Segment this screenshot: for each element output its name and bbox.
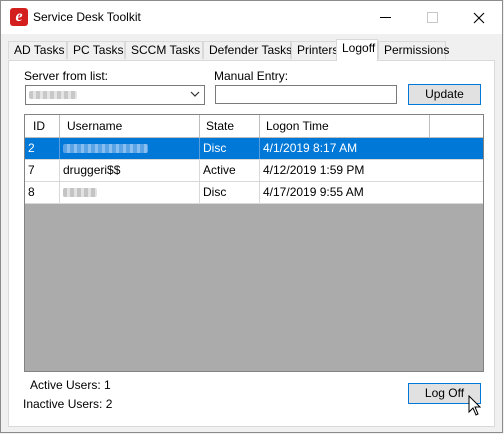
cell-username [60,138,200,159]
app-window: e Service Desk Toolkit AD Tasks PC Tasks… [0,0,503,433]
title-bar: e Service Desk Toolkit [1,1,502,34]
manual-entry-input[interactable] [215,85,397,104]
maximize-icon [427,12,438,23]
update-button[interactable]: Update [408,84,481,105]
cell-id: 8 [25,182,60,203]
cell-logon-time: 4/17/2019 9:55 AM [263,185,364,199]
column-header-state[interactable]: State [200,115,260,137]
tab-defender-tasks[interactable]: Defender Tasks [203,41,292,59]
column-header-username[interactable]: Username [60,115,200,137]
tab-printers[interactable]: Printers [291,41,338,59]
cell-logon-time: 4/1/2019 8:17 AM [263,141,358,155]
table-row[interactable]: 8 Disc 4/17/2019 9:55 AM [25,182,483,204]
tab-ad-tasks[interactable]: AD Tasks [8,41,67,59]
server-list-label: Server from list: [24,69,109,83]
manual-entry-label: Manual Entry: [214,69,289,83]
cell-logon-time: 4/12/2019 1:59 PM [263,163,365,177]
minimize-button[interactable] [363,1,409,34]
active-users-count: Active Users: 1 [30,378,111,392]
cell-username [60,182,200,203]
column-header-id[interactable]: ID [25,115,60,137]
close-icon [473,12,485,24]
table-row[interactable]: 7 druggeri$$ Active 4/12/2019 1:59 PM [25,160,483,182]
cell-state: Disc [200,138,260,159]
inactive-users-count: Inactive Users: 2 [23,397,113,411]
cell-id: 2 [25,138,60,159]
tab-permissions[interactable]: Permissions [378,41,449,59]
cell-username: druggeri$$ [60,160,200,181]
tab-sccm-tasks[interactable]: SCCM Tasks [125,41,203,59]
tab-logoff[interactable]: Logoff [336,39,378,61]
column-header-logon-time[interactable]: Logon Time [260,115,430,137]
table-row[interactable]: 2 Disc 4/1/2019 8:17 AM [25,138,483,160]
cell-state: Active [200,160,260,181]
grid-header: ID Username State Logon Time [25,115,483,138]
server-select[interactable] [25,85,205,105]
minimize-icon [380,17,391,18]
app-logo-icon: e [10,8,28,26]
username-redacted [63,144,148,154]
username-redacted [63,188,97,198]
mouse-pointer-icon [468,395,482,416]
chevron-down-icon [190,91,200,97]
sessions-grid[interactable]: ID Username State Logon Time 2 Disc 4/1/… [24,114,484,372]
cell-id: 7 [25,160,60,181]
maximize-button[interactable] [409,1,455,34]
cell-state: Disc [200,182,260,203]
close-button[interactable] [456,1,502,34]
server-select-value-redacted [29,91,77,99]
tab-pc-tasks[interactable]: PC Tasks [67,41,125,59]
window-title: Service Desk Toolkit [33,10,141,24]
